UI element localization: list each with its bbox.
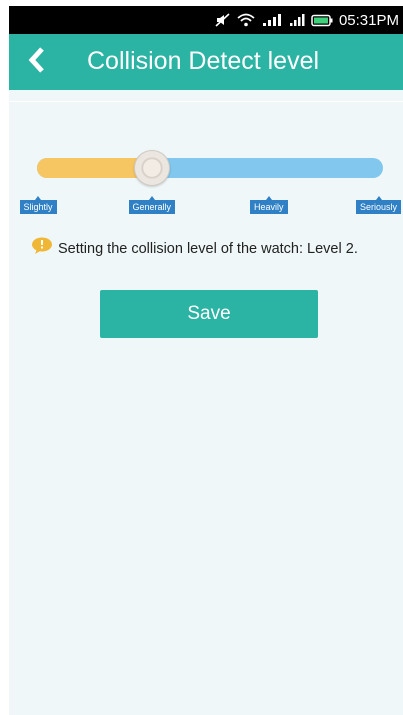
level-label-heavily[interactable]: Heavily xyxy=(250,196,288,214)
wifi-icon xyxy=(237,13,255,27)
chevron-left-icon xyxy=(27,46,47,79)
speech-bubble-icon xyxy=(31,237,53,260)
save-button[interactable]: Save xyxy=(100,290,318,338)
mute-icon xyxy=(215,13,231,27)
slider-thumb[interactable] xyxy=(134,150,170,186)
back-button[interactable] xyxy=(21,46,53,78)
level-label-generally[interactable]: Generally xyxy=(128,196,176,214)
status-time: 05:31PM xyxy=(338,11,399,29)
status-icons: 05:31PM xyxy=(215,6,399,34)
mobile-data-icon xyxy=(261,13,283,27)
signal-icon xyxy=(289,13,305,27)
collision-level-slider[interactable] xyxy=(37,150,383,186)
level-label-seriously[interactable]: Seriously xyxy=(356,196,402,214)
hint: Setting the collision level of the watch… xyxy=(31,237,358,260)
divider xyxy=(9,101,403,102)
level-label-slightly[interactable]: Slightly xyxy=(19,196,57,214)
header: Collision Detect level xyxy=(9,34,403,90)
battery-icon xyxy=(311,14,333,27)
status-bar: 05:31PM xyxy=(9,6,403,34)
app-screen: 05:31PM Collision Detect level Slightly … xyxy=(9,6,403,715)
page-title: Collision Detect level xyxy=(87,47,320,75)
hint-text: Setting the collision level of the watch… xyxy=(58,240,358,257)
